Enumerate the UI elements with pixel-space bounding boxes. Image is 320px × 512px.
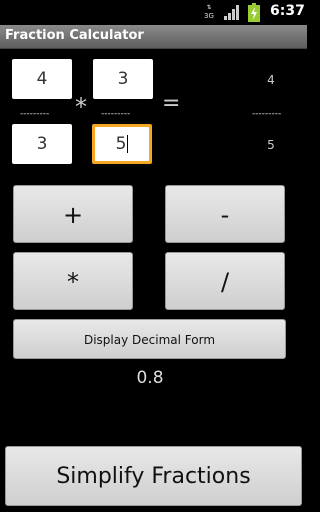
title-bar: Fraction Calculator (0, 25, 307, 49)
subtract-button[interactable]: - (165, 185, 285, 243)
decimal-result: 0.8 (136, 368, 164, 388)
result-divider: --------- (252, 109, 282, 119)
clock: 6:37 (270, 3, 305, 19)
fraction2-divider: --------- (101, 109, 131, 119)
multiply-button[interactable]: * (13, 252, 133, 310)
signal-icon (224, 5, 239, 20)
result-numerator: 4 (267, 73, 275, 87)
fraction1-numerator-input[interactable]: 4 (12, 59, 72, 99)
status-bar: ⇅ 3G 6:37 (0, 0, 307, 25)
network-type-icon: ⇅ 3G (204, 4, 214, 20)
fraction1-divider: --------- (20, 109, 50, 119)
display-decimal-button[interactable]: Display Decimal Form (13, 319, 286, 359)
operator-symbol: * (75, 93, 87, 121)
simplify-button[interactable]: Simplify Fractions (5, 446, 302, 506)
fraction2-denominator-value: 5 (115, 134, 127, 154)
divide-button[interactable]: / (165, 252, 285, 310)
fraction2-numerator-input[interactable]: 3 (93, 59, 153, 99)
result-denominator: 5 (267, 138, 275, 152)
fraction2-denominator-input[interactable]: 5 (92, 124, 152, 164)
text-caret (127, 135, 129, 153)
fraction1-denominator-input[interactable]: 3 (12, 124, 72, 164)
add-button[interactable]: + (13, 185, 133, 243)
battery-charging-icon (248, 3, 260, 22)
app-title: Fraction Calculator (5, 28, 144, 43)
equals-symbol: = (162, 91, 181, 116)
